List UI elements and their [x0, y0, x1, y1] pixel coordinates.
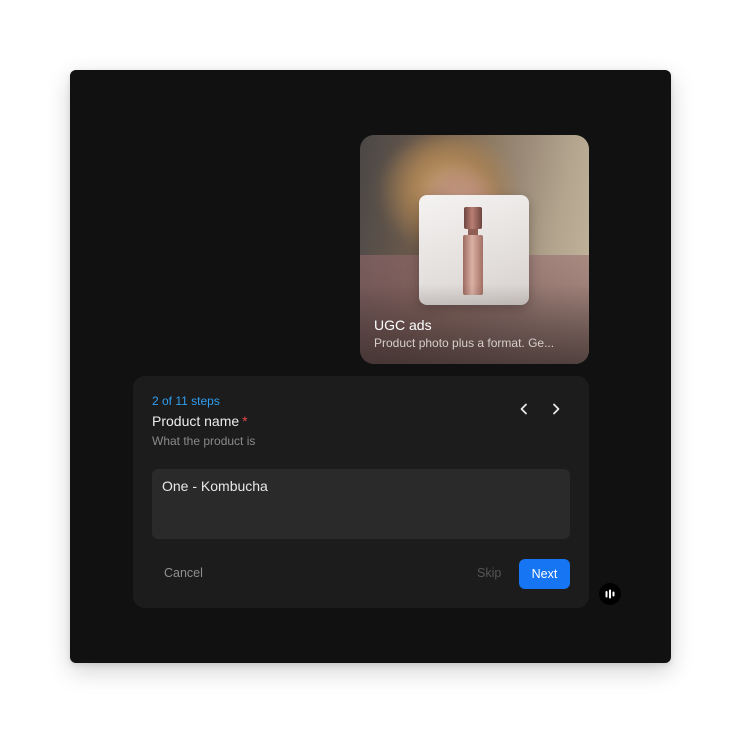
- card-title: UGC ads: [374, 317, 432, 333]
- required-marker: *: [242, 413, 248, 429]
- wizard-panel: 2 of 11 steps Product name * What the pro…: [133, 376, 589, 608]
- chevron-left-icon: [520, 403, 527, 415]
- skip-button[interactable]: Skip: [477, 566, 501, 580]
- chevron-right-icon: [553, 403, 560, 415]
- field-label-text: Product name: [152, 413, 240, 429]
- field-hint: What the product is: [152, 434, 256, 448]
- product-name-input-value: One - Kombucha: [162, 478, 268, 494]
- template-card-ugc-ads[interactable]: UGC ads Product photo plus a format. Ge.…: [360, 135, 589, 364]
- step-counter: 2 of 11 steps: [152, 394, 220, 408]
- previous-step-button[interactable]: [515, 400, 533, 418]
- bars-logo-icon: [605, 589, 615, 599]
- bottle-cap: [464, 207, 482, 229]
- serum-bottle-image: [462, 207, 484, 295]
- next-button[interactable]: Next: [519, 559, 570, 589]
- assistant-launcher-button[interactable]: [599, 583, 621, 605]
- product-name-input[interactable]: One - Kombucha: [152, 469, 570, 539]
- next-step-arrow-button[interactable]: [547, 400, 565, 418]
- app-window: UGC ads Product photo plus a format. Ge.…: [70, 70, 671, 663]
- field-label: Product name *: [152, 413, 248, 429]
- card-subtitle: Product photo plus a format. Ge...: [374, 336, 555, 350]
- cancel-button[interactable]: Cancel: [164, 566, 203, 580]
